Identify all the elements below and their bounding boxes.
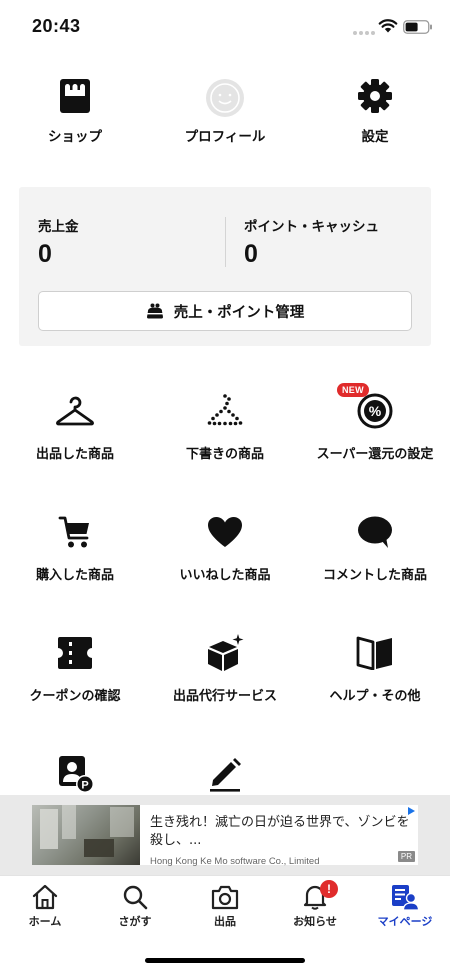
menu-label: いいねした商品: [179, 568, 271, 583]
profile-avatar-icon: [205, 78, 245, 122]
sales-value: 0: [38, 240, 52, 268]
tab-label: ホーム: [28, 915, 62, 928]
hanger-icon: [55, 391, 95, 431]
menu-super-return-settings[interactable]: % NEW スーパー還元の設定: [300, 383, 450, 471]
points-label: ポイント・キャッシュ: [244, 219, 379, 235]
svg-text:P: P: [81, 780, 88, 792]
menu-listing-agent-service[interactable]: 出品代行サービス: [150, 633, 300, 713]
settings-button[interactable]: 設定: [300, 76, 450, 156]
menu-help-other[interactable]: ヘルプ・その他: [300, 633, 450, 713]
ad-title: 生き残れ！滅亡の日が迫る世界で、ゾンビを殺し、...: [150, 815, 410, 848]
tab-label: さがす: [118, 915, 152, 928]
points-balance: ポイント・キャッシュ 0: [244, 215, 379, 269]
tab-mypage[interactable]: マイページ: [360, 884, 450, 934]
menu-commented-items[interactable]: コメントした商品: [300, 512, 450, 592]
menu-draft-items[interactable]: 下書きの商品: [150, 391, 300, 471]
shop-button[interactable]: ショップ: [0, 76, 150, 156]
mypage-icon: [391, 884, 420, 914]
percent-badge-icon: % NEW: [337, 383, 395, 431]
sales-panel: 売上金 0 ポイント・キャッシュ 0 売上・ポイント管理: [19, 187, 431, 346]
box-sparkle-icon: [205, 633, 245, 673]
tab-search[interactable]: さがす: [90, 884, 180, 934]
ad-sponsor: Hong Kong Ke Mo software Co., Limited: [150, 856, 320, 867]
menu-label: 出品代行サービス: [172, 689, 277, 704]
new-badge: NEW: [337, 383, 369, 397]
menu-coupons[interactable]: クーポンの確認: [0, 633, 150, 713]
ad-thumbnail: [32, 805, 140, 865]
cart-icon: [55, 512, 95, 552]
home-icon: [32, 884, 58, 914]
sales-points-manage-label: 売上・ポイント管理: [173, 304, 305, 321]
tab-label: マイページ: [377, 915, 433, 928]
panel-divider: [225, 217, 226, 267]
heart-icon: [205, 512, 245, 552]
comment-icon: [355, 512, 395, 552]
ad-card[interactable]: 生き残れ！滅亡の日が迫る世界で、ゾンビを殺し、... Hong Kong Ke …: [32, 805, 418, 867]
tab-label: お知らせ: [293, 915, 337, 928]
tab-notifications[interactable]: ! お知らせ: [270, 880, 360, 934]
pen-icon: [205, 754, 245, 794]
profile-card-icon: P: [55, 754, 95, 794]
menu-purchased-items[interactable]: 購入した商品: [0, 512, 150, 592]
dotted-hanger-icon: [205, 391, 245, 431]
menu-label: コメントした商品: [322, 568, 427, 583]
search-icon: [122, 884, 148, 914]
coin-purse-icon: [146, 303, 163, 319]
ad-pr-tag: PR: [397, 851, 415, 862]
menu-label: 購入した商品: [35, 568, 114, 583]
menu-listed-items[interactable]: 出品した商品: [0, 391, 150, 471]
sales-balance: 売上金 0: [38, 215, 79, 269]
profile-label: プロフィール: [184, 129, 266, 145]
settings-label: 設定: [361, 129, 389, 145]
tab-home[interactable]: ホーム: [0, 884, 90, 934]
tab-sell[interactable]: 出品: [180, 884, 270, 934]
menu-label: ヘルプ・その他: [329, 689, 421, 704]
home-indicator[interactable]: [145, 958, 305, 963]
tab-label: 出品: [214, 915, 236, 928]
points-value: 0: [244, 240, 258, 268]
shop-label: ショップ: [48, 129, 102, 145]
menu-label: クーポンの確認: [29, 689, 121, 704]
camera-icon: [211, 884, 239, 914]
top-menu: ショップ プロフィール 設定: [0, 76, 450, 156]
profile-button[interactable]: プロフィール: [150, 76, 300, 156]
sales-label: 売上金: [38, 219, 79, 235]
menu-label: 下書きの商品: [185, 447, 264, 462]
gear-icon: [357, 78, 393, 118]
status-time: 20:43: [32, 16, 81, 36]
status-bar: 20:43: [0, 0, 450, 56]
menu-label: 出品した商品: [35, 447, 114, 462]
signal-icon: [353, 31, 375, 35]
adchoices-icon[interactable]: [406, 806, 416, 816]
shop-icon: [58, 78, 92, 118]
book-icon: [355, 633, 395, 673]
wifi-icon: [378, 19, 398, 33]
svg-text:%: %: [369, 403, 382, 419]
menu-liked-items[interactable]: いいねした商品: [150, 512, 300, 592]
notification-badge: !: [320, 880, 338, 898]
menu-label: スーパー還元の設定: [316, 447, 434, 462]
sales-points-manage-button[interactable]: 売上・ポイント管理: [38, 291, 412, 331]
ad-banner[interactable]: 生き残れ！滅亡の日が迫る世界で、ゾンビを殺し、... Hong Kong Ke …: [0, 795, 450, 875]
ticket-icon: [55, 633, 95, 673]
battery-icon: [403, 20, 432, 34]
